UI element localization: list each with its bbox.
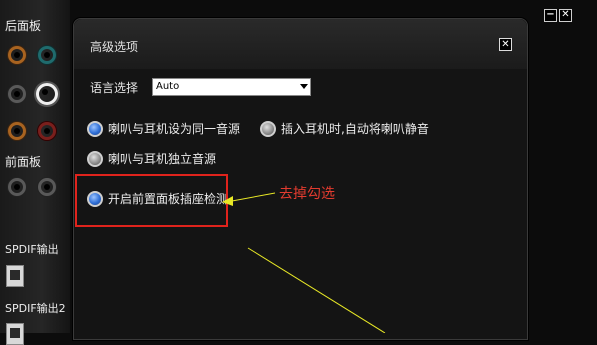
front-jack-2[interactable] [38,178,56,196]
language-select[interactable]: Auto [152,78,311,96]
language-select-value: Auto [156,81,180,92]
chevron-down-icon [300,84,308,89]
radio-unselected-icon[interactable] [260,120,276,137]
spdif-out2-label: SPDIF输出2 [5,302,66,315]
rear-jack-gray[interactable] [8,85,26,103]
option-auto-mute[interactable]: 插入耳机时,自动将喇叭静音 [260,120,429,137]
rear-jack-selected[interactable] [36,83,58,105]
radio-selected-icon[interactable] [87,120,103,137]
advanced-options-dialog: 高级选项 ✕ 语言选择 Auto 喇叭与耳机设为同一音源 插入耳机时,自动将喇叭… [73,18,528,340]
front-jack-1[interactable] [8,178,26,196]
highlight-box [75,174,228,227]
window-close-button[interactable]: ✕ [559,9,572,22]
dialog-title: 高级选项 [90,40,139,54]
dialog-body: 语言选择 Auto 喇叭与耳机设为同一音源 插入耳机时,自动将喇叭静音 喇叭与耳… [74,69,527,339]
dialog-titlebar: 高级选项 ✕ [74,19,527,69]
rear-panel-label: 后面板 [5,19,42,33]
rear-jack-teal[interactable] [38,46,56,64]
spdif-out2-port [6,323,24,345]
jack-panel: 后面板 前面板 SPDIF输出 SPDIF输出2 [0,0,70,345]
minimize-button[interactable]: − [544,9,557,22]
dialog-close-button[interactable]: ✕ [499,38,512,51]
option-label: 喇叭与耳机独立音源 [108,152,217,166]
annotation-text: 去掉勾选 [279,186,335,202]
option-label: 插入耳机时,自动将喇叭静音 [281,122,429,136]
option-label: 喇叭与耳机设为同一音源 [108,122,241,136]
language-label: 语言选择 [90,81,139,95]
option-independent-source[interactable]: 喇叭与耳机独立音源 [87,150,216,167]
rear-jack-orange-2[interactable] [8,122,26,140]
spdif-out-label: SPDIF输出 [5,243,59,256]
radio-unselected-icon[interactable] [87,150,103,167]
rear-jack-red[interactable] [38,122,56,140]
option-same-source[interactable]: 喇叭与耳机设为同一音源 [87,120,240,137]
rear-jack-orange[interactable] [8,46,26,64]
front-panel-label: 前面板 [5,155,42,169]
spdif-out-port [6,265,24,287]
